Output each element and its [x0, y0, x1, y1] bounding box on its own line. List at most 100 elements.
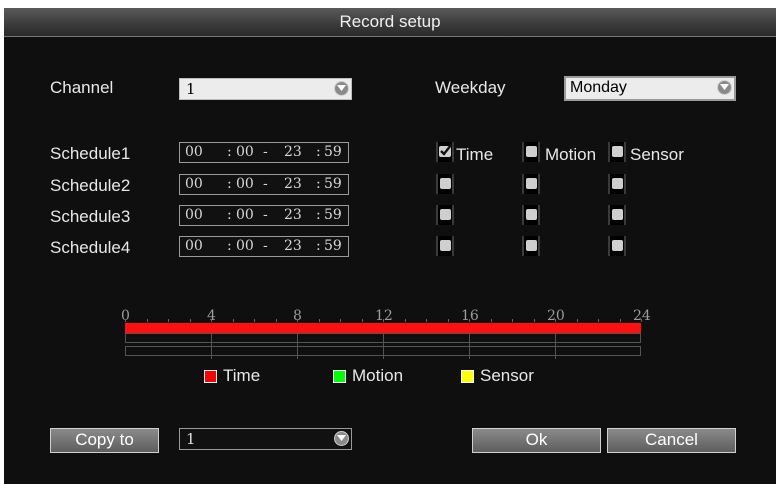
hour-tick-mark [254, 319, 255, 322]
timeline-divider [211, 334, 212, 359]
hour-tick-mark [168, 319, 169, 322]
time-legend-swatch [204, 370, 217, 383]
hour-tick-mark [426, 319, 427, 322]
time-separator: : [227, 207, 232, 223]
time-checkbox[interactable] [436, 205, 454, 225]
copy-target-value: 1 [186, 430, 196, 448]
cancel-button[interactable]: Cancel [607, 428, 736, 453]
hour-tick-mark [318, 319, 320, 322]
time-start-hour[interactable]: 00 [185, 207, 203, 223]
hour-tick-mark [340, 319, 341, 322]
time-end-minute[interactable]: 59 [324, 144, 342, 160]
checkbox-box [612, 178, 623, 189]
checkmark-icon [439, 144, 452, 157]
checkbox-box [440, 209, 451, 220]
motion-checkbox[interactable] [522, 205, 540, 225]
chevron-down-icon[interactable] [334, 81, 349, 96]
time-start-minute[interactable]: 00 [236, 238, 254, 254]
checkbox-box [526, 146, 537, 157]
time-dash: - [263, 144, 268, 160]
timeline-grid [125, 323, 641, 361]
schedule-time-range[interactable]: 00:00-23:59 [179, 205, 349, 226]
hour-tick-mark [641, 319, 642, 322]
hour-tick-mark [361, 319, 363, 322]
schedule-label: Schedule4 [50, 238, 131, 257]
time-column-label: Time [456, 145, 494, 164]
time-legend-label: Time [223, 366, 261, 385]
hour-tick-mark [576, 319, 578, 322]
time-dash: - [263, 207, 268, 223]
time-start-minute[interactable]: 00 [236, 144, 254, 160]
time-dash: - [263, 176, 268, 192]
channel-select[interactable]: 1 [179, 78, 352, 100]
time-separator: : [316, 238, 321, 254]
checkbox-box [526, 209, 537, 220]
motion-column-label: Motion [545, 145, 597, 164]
checkbox-box [612, 240, 623, 251]
motion-legend-swatch [333, 370, 346, 383]
chevron-down-icon[interactable] [717, 80, 732, 95]
time-end-hour[interactable]: 23 [284, 207, 302, 223]
time-separator: : [227, 238, 232, 254]
checkbox-box [440, 178, 451, 189]
copy-to-button[interactable]: Copy to [50, 428, 159, 453]
time-start-hour[interactable]: 00 [185, 176, 203, 192]
time-separator: : [227, 176, 232, 192]
copy-target-select[interactable]: 1 [179, 428, 352, 450]
hour-tick-mark [297, 319, 298, 322]
time-end-hour[interactable]: 23 [284, 238, 302, 254]
sensor-checkbox[interactable] [608, 205, 626, 225]
time-start-minute[interactable]: 00 [236, 207, 254, 223]
schedule-time-range[interactable]: 00:00-23:59 [179, 174, 349, 195]
time-checkbox[interactable] [436, 236, 454, 256]
weekday-select[interactable]: Monday [564, 76, 736, 101]
hour-tick-mark [189, 319, 191, 322]
timeline-divider [297, 334, 298, 359]
sensor-checkbox[interactable] [608, 174, 626, 194]
window-title: Record setup [339, 12, 441, 31]
hour-tick-mark [555, 319, 556, 322]
time-checkbox[interactable] [436, 142, 454, 162]
time-end-hour[interactable]: 23 [284, 144, 302, 160]
time-end-minute[interactable]: 59 [324, 238, 342, 254]
time-start-hour[interactable]: 00 [185, 238, 203, 254]
time-start-minute[interactable]: 00 [236, 176, 254, 192]
hour-tick-mark [447, 319, 449, 322]
timeline-divider [383, 334, 384, 359]
timeline-divider [469, 334, 470, 359]
title-bar: Record setup [4, 8, 776, 37]
time-start-hour[interactable]: 00 [185, 144, 203, 160]
checkbox-box [440, 240, 451, 251]
schedule-label: Schedule2 [50, 176, 131, 195]
hour-tick-mark [404, 319, 406, 322]
schedule-label: Schedule1 [50, 144, 131, 163]
hour-tick-mark [598, 319, 599, 322]
weekday-value: Monday [570, 79, 627, 96]
chevron-down-icon[interactable] [334, 431, 349, 446]
motion-checkbox[interactable] [522, 236, 540, 256]
hour-tick-mark [146, 319, 148, 322]
ok-button[interactable]: Ok [472, 428, 601, 453]
time-separator: : [227, 144, 232, 160]
motion-checkbox[interactable] [522, 142, 540, 162]
time-end-minute[interactable]: 59 [324, 176, 342, 192]
channel-value: 1 [186, 80, 196, 98]
time-separator: : [316, 176, 321, 192]
time-checkbox[interactable] [436, 174, 454, 194]
hour-tick-mark [211, 319, 212, 322]
checkbox-box [612, 209, 623, 220]
motion-legend-label: Motion [352, 366, 404, 385]
time-end-minute[interactable]: 59 [324, 207, 342, 223]
schedule-time-range[interactable]: 00:00-23:59 [179, 236, 349, 257]
hour-tick-mark [490, 319, 492, 322]
time-end-hour[interactable]: 23 [284, 176, 302, 192]
motion-checkbox[interactable] [522, 174, 540, 194]
schedule-time-range[interactable]: 00:00-23:59 [179, 142, 349, 163]
sensor-checkbox[interactable] [608, 142, 626, 162]
record-setup-window: Record setup Channel 1 Weekday Monday Sc… [4, 8, 776, 484]
channel-label: Channel [50, 78, 114, 97]
sensor-checkbox[interactable] [608, 236, 626, 256]
time-dash: - [263, 238, 268, 254]
hour-tick-mark [125, 319, 126, 322]
checkbox-box [612, 146, 623, 157]
